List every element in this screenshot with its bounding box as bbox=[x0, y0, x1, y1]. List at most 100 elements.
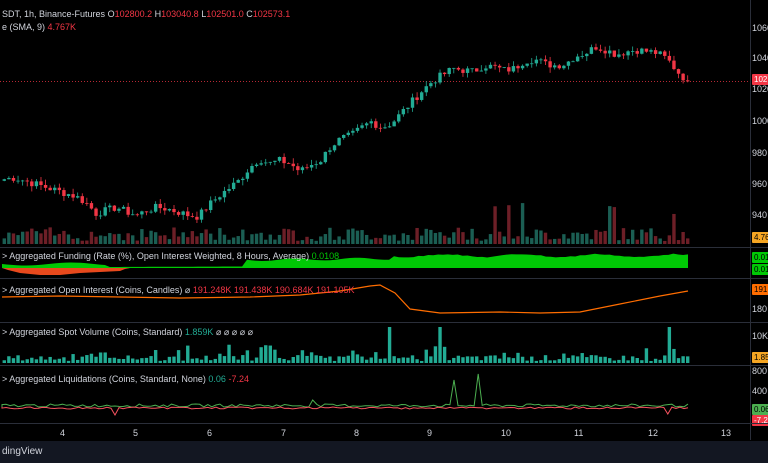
expand-icon[interactable]: > bbox=[2, 327, 7, 337]
volume-bar bbox=[676, 240, 681, 244]
liquidations-value-long: 0.06 bbox=[208, 374, 226, 384]
spot-volume-bar bbox=[273, 349, 277, 363]
spot-volume-bar bbox=[598, 356, 603, 363]
spot-volume-bar bbox=[126, 355, 130, 363]
spot-volume-bar bbox=[603, 356, 607, 363]
spot-volume-bar bbox=[424, 349, 428, 363]
volume-bar bbox=[401, 233, 406, 244]
volume-bar bbox=[94, 236, 98, 244]
candle-body bbox=[447, 68, 451, 75]
spot-volume-bar bbox=[7, 356, 11, 363]
spot-volume-bar bbox=[392, 356, 396, 363]
spot-volume-bar bbox=[456, 355, 461, 363]
candle-body bbox=[80, 196, 84, 203]
volume-bar bbox=[658, 238, 662, 244]
spot-volume-bar bbox=[30, 357, 34, 363]
spot-volume-bar bbox=[511, 358, 516, 363]
volume-bar bbox=[557, 238, 561, 244]
volume-bar bbox=[264, 239, 268, 244]
candle-body bbox=[282, 156, 286, 164]
spot-volume-bar bbox=[131, 358, 135, 363]
volume-bar bbox=[484, 239, 488, 244]
spot-volume-bar bbox=[117, 358, 121, 363]
spot-volume-bar bbox=[80, 356, 84, 363]
candle-body bbox=[406, 107, 410, 109]
candle-body bbox=[410, 97, 415, 108]
volume-bar bbox=[424, 228, 428, 244]
volume-bar bbox=[452, 232, 456, 244]
price-axis-label: 960 bbox=[752, 179, 768, 189]
volume-bar bbox=[346, 229, 350, 244]
expand-icon[interactable]: > bbox=[2, 374, 7, 384]
candle-body bbox=[250, 166, 254, 173]
candle-body bbox=[649, 50, 653, 52]
spot-volume-bar bbox=[520, 356, 525, 363]
volume-bar bbox=[456, 227, 461, 244]
liquidations-tag-long: 0.06 bbox=[752, 404, 768, 415]
price-scale-border bbox=[750, 0, 751, 440]
candle-body bbox=[300, 167, 305, 171]
spot-volume-bar bbox=[108, 357, 112, 363]
spot-volume-bar bbox=[525, 360, 529, 363]
volume-value: 4.767K bbox=[47, 22, 77, 32]
volume-bar bbox=[305, 236, 309, 244]
ohlc-h: H103040.8 bbox=[154, 9, 202, 19]
spot-volume-extra: ⌀ bbox=[223, 327, 232, 337]
candle-body bbox=[291, 163, 295, 167]
time-axis-label: 8 bbox=[354, 428, 360, 438]
candle-body bbox=[227, 189, 231, 191]
volume-bar bbox=[268, 234, 273, 244]
spot-volume-bar bbox=[465, 356, 470, 363]
candle-body bbox=[2, 179, 6, 181]
spot-volume-bar bbox=[548, 360, 552, 363]
candle-body bbox=[461, 69, 465, 73]
spot-volume-bar bbox=[488, 355, 493, 363]
candle-body bbox=[562, 65, 566, 69]
price-chart[interactable] bbox=[0, 0, 768, 247]
candle-body bbox=[392, 121, 396, 127]
candle-body bbox=[566, 61, 571, 66]
candle-body bbox=[75, 196, 80, 198]
candle-body bbox=[254, 164, 259, 167]
spot-volume-bar bbox=[323, 357, 328, 363]
candle-body bbox=[309, 165, 314, 168]
candle-body bbox=[374, 121, 378, 128]
volume-bar bbox=[16, 235, 20, 244]
volume-bar bbox=[686, 238, 690, 244]
expand-icon[interactable]: > bbox=[2, 251, 7, 261]
volume-bar bbox=[419, 235, 424, 244]
candle-body bbox=[653, 50, 658, 54]
liquidations-legend: > Aggregated Liquidations (Coins, Standa… bbox=[2, 374, 249, 384]
candle-body bbox=[475, 68, 479, 72]
candle-body bbox=[30, 181, 34, 187]
spot-volume-bar bbox=[447, 360, 451, 363]
candle-body bbox=[594, 47, 598, 50]
volume-bar bbox=[34, 231, 39, 244]
candle-body bbox=[452, 67, 456, 69]
spot-volume-bar bbox=[328, 356, 332, 363]
spot-volume-bar bbox=[103, 352, 107, 363]
candle-body bbox=[241, 178, 245, 181]
spot-volume-bar bbox=[218, 353, 222, 363]
spot-volume-bar bbox=[158, 360, 162, 363]
volume-bar bbox=[291, 230, 295, 244]
volume-bar bbox=[11, 233, 16, 244]
candle-body bbox=[608, 50, 612, 54]
volume-bar bbox=[48, 227, 52, 244]
volume-bar bbox=[626, 239, 630, 244]
spot-volume-bar bbox=[20, 360, 25, 363]
volume-bar bbox=[25, 231, 29, 244]
spot-volume-bar bbox=[282, 358, 286, 363]
candle-body bbox=[259, 163, 263, 165]
volume-bar bbox=[121, 240, 126, 244]
volume-bar bbox=[617, 240, 621, 244]
oi-value: ⌀ bbox=[184, 285, 193, 295]
oi-value: 190.684K bbox=[274, 285, 316, 295]
symbol-title: SDT, 1h, Binance-Futures bbox=[2, 9, 106, 19]
volume-bar bbox=[507, 205, 511, 244]
spot-volume-bar bbox=[25, 359, 29, 363]
spot-volume-bar bbox=[277, 357, 282, 363]
spot-volume-bar bbox=[332, 360, 337, 363]
expand-icon[interactable]: > bbox=[2, 285, 7, 295]
volume-bar bbox=[2, 238, 6, 244]
